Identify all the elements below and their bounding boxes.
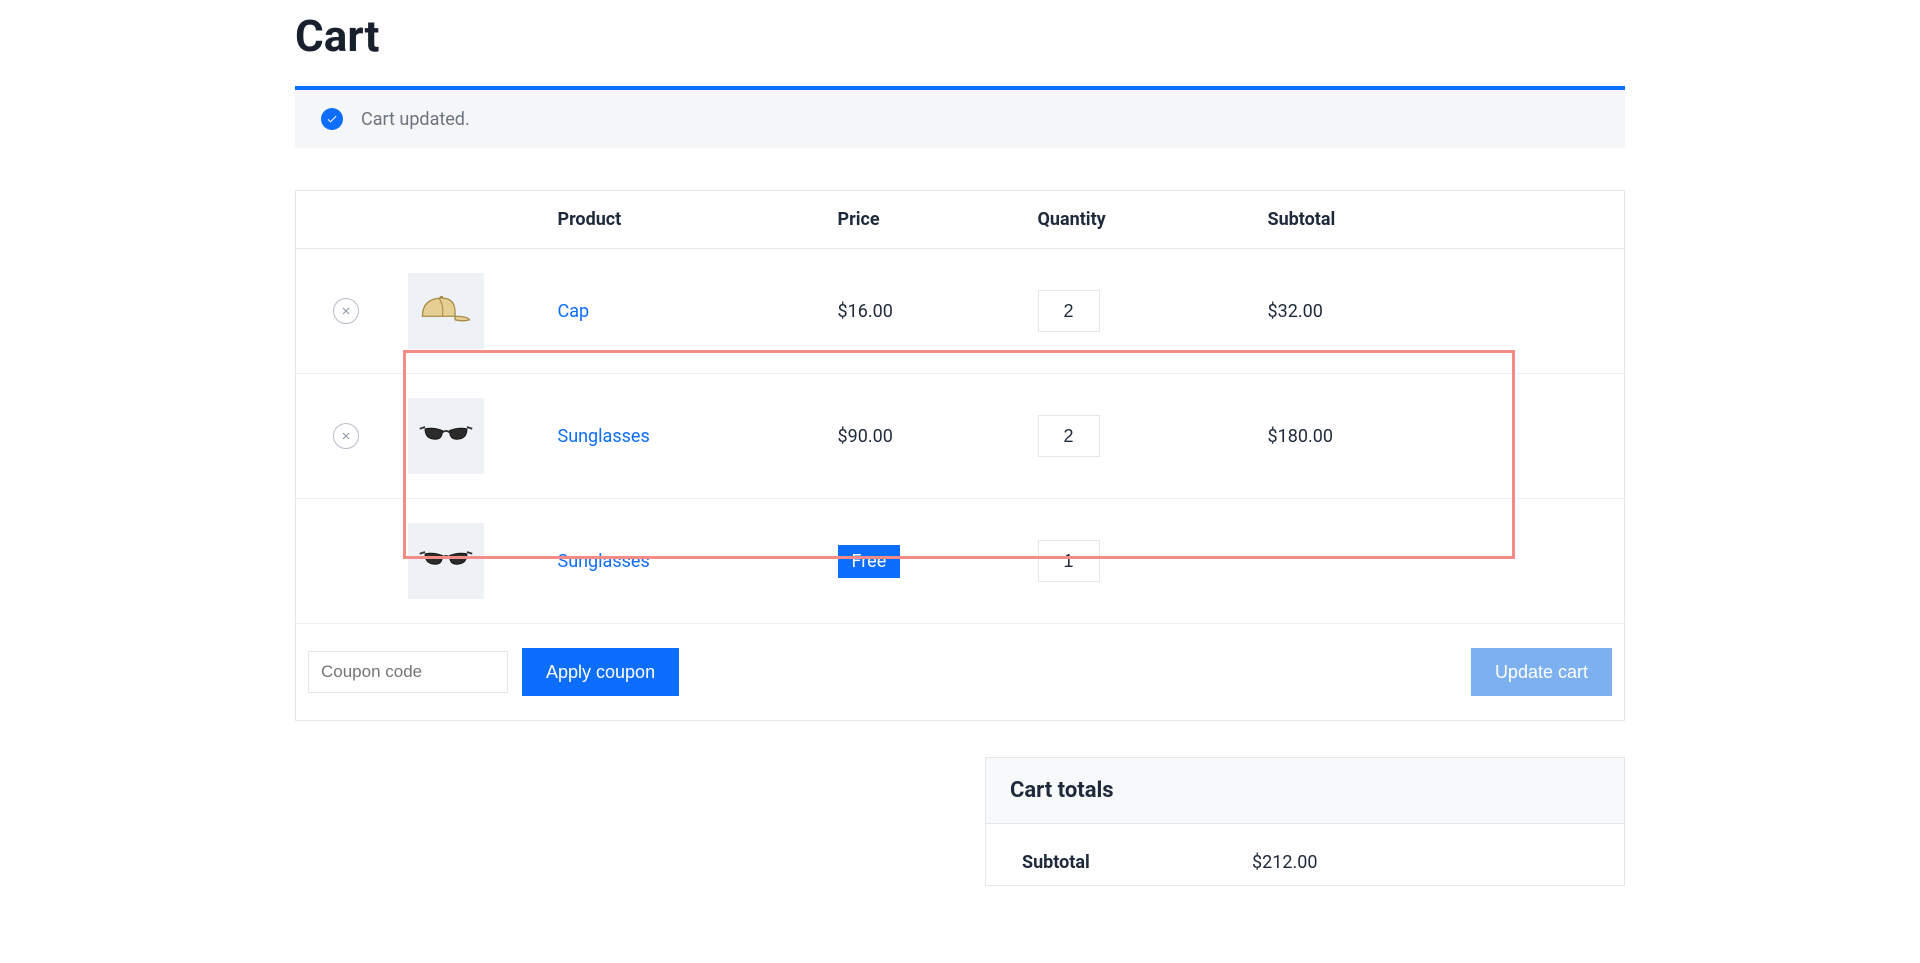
- item-subtotal: [1256, 499, 1625, 624]
- col-remove-header: [296, 191, 396, 249]
- remove-item-button[interactable]: [333, 423, 359, 449]
- totals-subtotal-label: Subtotal: [1022, 852, 1252, 873]
- item-subtotal: $180.00: [1256, 374, 1625, 499]
- free-badge: Free: [838, 545, 901, 578]
- update-cart-button[interactable]: Update cart: [1471, 648, 1612, 696]
- product-thumbnail[interactable]: [408, 523, 484, 599]
- product-thumbnail[interactable]: [408, 398, 484, 474]
- cart-row: Cap $16.00 $32.00: [296, 249, 1625, 374]
- col-product-header: Product: [546, 191, 826, 249]
- sunglasses-icon: [418, 547, 474, 576]
- quantity-input[interactable]: [1038, 540, 1100, 582]
- quantity-input[interactable]: [1038, 290, 1100, 332]
- remove-item-button[interactable]: [333, 298, 359, 324]
- quantity-input[interactable]: [1038, 415, 1100, 457]
- col-subtotal-header: Subtotal: [1256, 191, 1625, 249]
- product-link[interactable]: Sunglasses: [558, 551, 650, 572]
- item-price: $90.00: [826, 374, 1026, 499]
- cart-totals-card: Cart totals Subtotal $212.00: [985, 757, 1625, 886]
- cart-table: Product Price Quantity Subtotal: [295, 190, 1625, 721]
- cart-row: Sunglasses $90.00 $180.00: [296, 374, 1625, 499]
- cart-totals-heading: Cart totals: [986, 758, 1624, 824]
- totals-subtotal-value: $212.00: [1252, 852, 1317, 873]
- cart-updated-notice: Cart updated.: [295, 86, 1625, 148]
- sunglasses-icon: [418, 422, 474, 451]
- apply-coupon-button[interactable]: Apply coupon: [522, 648, 679, 696]
- cart-row: Sunglasses Free: [296, 499, 1625, 624]
- coupon-code-input[interactable]: [308, 651, 508, 693]
- col-price-header: Price: [826, 191, 1026, 249]
- col-thumb-header: [396, 191, 546, 249]
- page-title: Cart: [295, 10, 1625, 62]
- product-link[interactable]: Sunglasses: [558, 426, 650, 447]
- cart-actions-row: Apply coupon Update cart: [296, 624, 1625, 721]
- col-qty-header: Quantity: [1026, 191, 1256, 249]
- product-thumbnail[interactable]: [408, 273, 484, 349]
- check-circle-icon: [321, 108, 343, 130]
- product-link[interactable]: Cap: [558, 301, 590, 322]
- cap-icon: [417, 289, 475, 334]
- notice-text: Cart updated.: [361, 109, 470, 130]
- item-price: $16.00: [826, 249, 1026, 374]
- item-subtotal: $32.00: [1256, 249, 1625, 374]
